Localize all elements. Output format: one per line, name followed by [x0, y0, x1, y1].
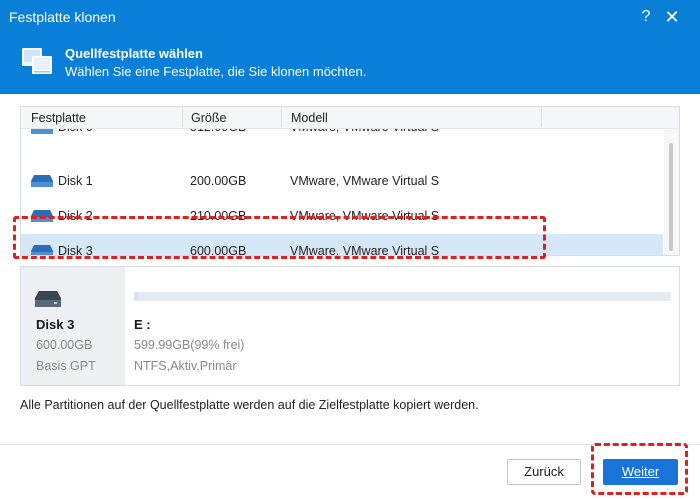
- disk-clone-icon: [22, 48, 52, 74]
- content-area: Festplatte Größe Modell Disk 0 512.00GB …: [0, 94, 700, 500]
- detail-disk-type: Basis GPT: [36, 359, 96, 373]
- table-header-cover: Festplatte Größe Modell: [21, 107, 679, 129]
- step-title: Quellfestplatte wählen: [65, 46, 203, 61]
- column-separator: [281, 109, 282, 127]
- table-scrollbar[interactable]: [664, 129, 679, 255]
- hard-disk-icon: [31, 210, 53, 222]
- close-button[interactable]: ✕: [660, 5, 684, 29]
- wizard-header: Quellfestplatte wählen Wählen Sie eine F…: [0, 34, 700, 94]
- title-bar: Festplatte klonen ? ✕: [0, 0, 700, 34]
- column-disk-label: Festplatte: [31, 111, 86, 125]
- disk-size: 210.00GB: [190, 209, 247, 223]
- step-subtitle: Wählen Sie eine Festplatte, die Sie klon…: [65, 64, 367, 79]
- window-title: Festplatte klonen: [9, 9, 116, 25]
- back-button[interactable]: Zurück: [507, 459, 581, 485]
- footer-divider: [0, 444, 700, 445]
- info-note: Alle Partitionen auf der Quellfestplatte…: [20, 398, 479, 412]
- disk-size: 200.00GB: [190, 174, 247, 188]
- disk-model: VMware, VMware Virtual S: [290, 244, 440, 256]
- partition-free-space: 599.99GB(99% frei): [134, 338, 245, 352]
- table-row-disk-2[interactable]: Disk 2 210.00GB VMware, VMware Virtual S: [21, 199, 663, 234]
- scrollbar-thumb[interactable]: [669, 143, 673, 251]
- next-button[interactable]: Weiter: [603, 459, 678, 485]
- disk-detail-panel: Disk 3 600.00GB Basis GPT E : 599.99GB(9…: [20, 266, 680, 386]
- column-size-label: Größe: [191, 111, 227, 125]
- table-row-disk-3-selected[interactable]: Disk 3 600.00GB VMware, VMware Virtual S: [21, 234, 663, 256]
- column-separator: [182, 109, 183, 127]
- partition-usage-fill: [134, 292, 140, 301]
- partition-usage-bar[interactable]: [134, 292, 671, 301]
- table-row-disk-1[interactable]: Disk 1 200.00GB VMware, VMware Virtual S: [21, 164, 663, 199]
- partition-label: E :: [134, 317, 151, 332]
- disk-summary: Disk 3 600.00GB Basis GPT: [21, 267, 125, 385]
- column-model-label: Modell: [291, 111, 328, 125]
- hard-disk-icon: [31, 175, 53, 187]
- disk-model: VMware, VMware Virtual S: [290, 209, 440, 223]
- hard-disk-icon: [35, 291, 61, 307]
- next-button-label: Weiter: [621, 464, 660, 479]
- disk-name: Disk 2: [58, 209, 93, 223]
- disk-name: Disk 1: [58, 174, 93, 188]
- disk-name: Disk 3: [58, 244, 93, 256]
- hard-disk-icon: [31, 245, 53, 255]
- disk-model: VMware, VMware Virtual S: [290, 174, 440, 188]
- help-button[interactable]: ?: [634, 5, 658, 29]
- partition-info: NTFS,Aktiv,Primär: [134, 359, 237, 373]
- detail-disk-size: 600.00GB: [36, 338, 93, 352]
- detail-disk-name: Disk 3: [36, 317, 75, 332]
- column-separator: [541, 109, 542, 127]
- disk-table: Festplatte Größe Modell Disk 0 512.00GB …: [20, 106, 680, 256]
- disk-size: 600.00GB: [190, 244, 247, 256]
